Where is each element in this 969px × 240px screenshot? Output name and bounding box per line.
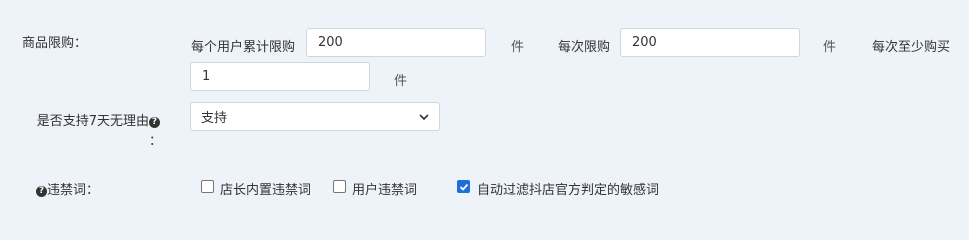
return-policy-colon: ： — [149, 134, 163, 149]
auto-filter-checkbox[interactable] — [457, 180, 470, 193]
per-order-limit-input[interactable] — [620, 28, 800, 57]
return-policy-label-group: 是否支持7天无理由? — [29, 110, 160, 129]
question-circle-icon[interactable]: ? — [36, 186, 47, 197]
return-policy-label: 是否支持7天无理由 — [36, 114, 149, 129]
per-order-unit: 件 — [823, 40, 837, 55]
chevron-down-icon — [419, 113, 429, 120]
purchase-limit-label: 商品限购： — [22, 36, 88, 51]
per-user-limit-label: 每个用户累计限购 — [191, 40, 296, 55]
return-policy-select[interactable]: 支持 — [190, 102, 440, 131]
per-order-limit-label: 每次限购 — [558, 40, 611, 55]
builtin-banned-words-label: 店长内置违禁词 — [220, 183, 312, 198]
checkmark-icon — [459, 183, 469, 191]
return-policy-selected: 支持 — [201, 111, 228, 126]
min-purchase-unit: 件 — [394, 74, 408, 89]
auto-filter-label: 自动过滤抖店官方判定的敏感词 — [477, 183, 660, 198]
user-banned-words-checkbox[interactable] — [333, 180, 346, 193]
banned-words-label-group: ? 违禁词： — [36, 179, 99, 198]
min-purchase-input[interactable] — [190, 62, 370, 91]
banned-words-label: 违禁词： — [47, 183, 100, 198]
user-banned-words-label: 用户违禁词 — [352, 183, 418, 198]
question-circle-icon[interactable]: ? — [149, 117, 160, 128]
builtin-banned-words-checkbox[interactable] — [201, 180, 214, 193]
per-user-limit-input[interactable] — [306, 28, 486, 57]
min-purchase-label: 每次至少购买 — [872, 40, 951, 55]
per-user-unit: 件 — [511, 40, 525, 55]
